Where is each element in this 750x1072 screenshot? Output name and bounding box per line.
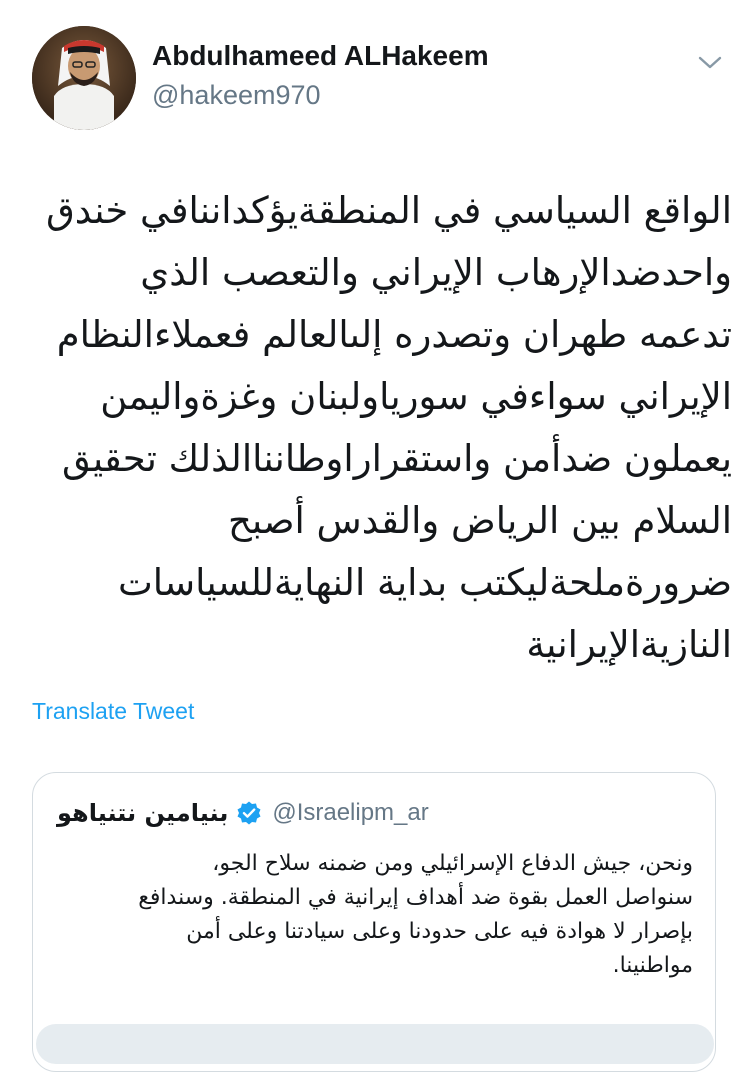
quoted-tweet-header: بنيامين نتنياهو @Israelipm_ar: [57, 795, 429, 831]
tweet-text-line: الإيراني سواءفي سورياولبنان وغزةواليمن: [100, 375, 732, 418]
tweet-header: Abdulhameed ALHakeem @hakeem970: [32, 26, 732, 136]
quoted-text-line: بإصرار لا هوادة فيه على حدودنا وعلى سياد…: [186, 919, 693, 944]
tweet-text-line: النازيةالإيرانية: [526, 623, 732, 666]
tweet-text-line: السلام بين الرياض والقدس أصبح: [228, 499, 732, 542]
translate-tweet-link[interactable]: Translate Tweet: [32, 698, 194, 725]
quoted-author-name: بنيامين نتنياهو: [57, 799, 229, 827]
tweet-text-line: يعملون ضدأمن واستقراراوطانناالذلك تحقيق: [61, 437, 732, 480]
tweet-text-line: الواقع السياسي في المنطقةيؤكداننافي خندق: [46, 189, 732, 232]
chevron-down-icon[interactable]: [696, 52, 724, 72]
tweet-text-line: واحدضدالإرهاب الإيراني والتعصب الذي: [140, 251, 732, 294]
reply-bar[interactable]: [36, 1024, 714, 1064]
author-name[interactable]: Abdulhameed ALHakeem: [152, 40, 489, 72]
tweet-text: الواقع السياسي في المنطقةيؤكداننافي خندق…: [32, 180, 732, 676]
author-handle[interactable]: @hakeem970: [152, 80, 321, 111]
tweet-text-line: تدعمه طهران وتصدره إلىالعالم فعملاءالنظا…: [56, 313, 732, 356]
verified-badge-icon: [236, 800, 262, 826]
tweet-text-line: ضرورةملحةليكتب بداية النهايةللسياسات: [117, 561, 732, 604]
avatar[interactable]: [32, 26, 136, 130]
quoted-text-line: مواطنينا.: [612, 953, 693, 978]
quoted-text-line: ونحن، جيش الدفاع الإسرائيلي ومن ضمنه سلا…: [212, 851, 693, 876]
quoted-author-handle: @Israelipm_ar: [272, 799, 429, 826]
quoted-text-line: سنواصل العمل بقوة ضد أهداف إيرانية في ال…: [138, 885, 693, 910]
quoted-tweet-text: ونحن، جيش الدفاع الإسرائيلي ومن ضمنه سلا…: [57, 847, 693, 983]
